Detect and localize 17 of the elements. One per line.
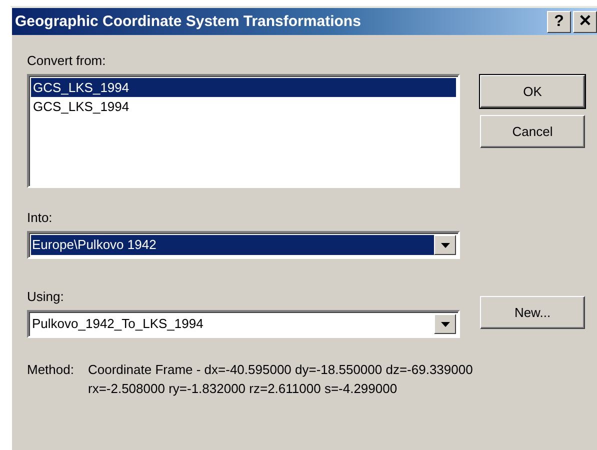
dropdown-field[interactable]: Pulkovo_1942_To_LKS_1994 [27, 310, 460, 338]
method-label: Method: [27, 361, 74, 379]
cancel-button[interactable]: Cancel [480, 115, 585, 148]
help-button[interactable]: ? [547, 10, 571, 32]
list-item[interactable]: GCS_LKS_1994 [31, 78, 456, 97]
dropdown-field[interactable]: Europe\Pulkovo 1942 [27, 231, 460, 259]
list-item[interactable]: GCS_LKS_1994 [31, 97, 456, 116]
field-label: Using: [27, 289, 65, 304]
close-button[interactable]: ✕ [573, 10, 597, 32]
field-label: Into: [27, 210, 54, 225]
window-title: Geographic Coordinate System Transformations [15, 13, 361, 30]
dropdown-arrow-icon [440, 322, 450, 326]
dropdown-arrow-icon [440, 242, 450, 248]
new-button[interactable]: New... [480, 296, 585, 329]
method-description: Coordinate Frame - dx=-40.595000 dy=-18.550000 dz=-69.339000 rx=-2.508000 ry=-1.832000 rz=2.611000 s=-4.299000 [88, 361, 474, 398]
field-label: Convert from: [27, 53, 107, 68]
ok-button[interactable]: OK [480, 75, 585, 108]
